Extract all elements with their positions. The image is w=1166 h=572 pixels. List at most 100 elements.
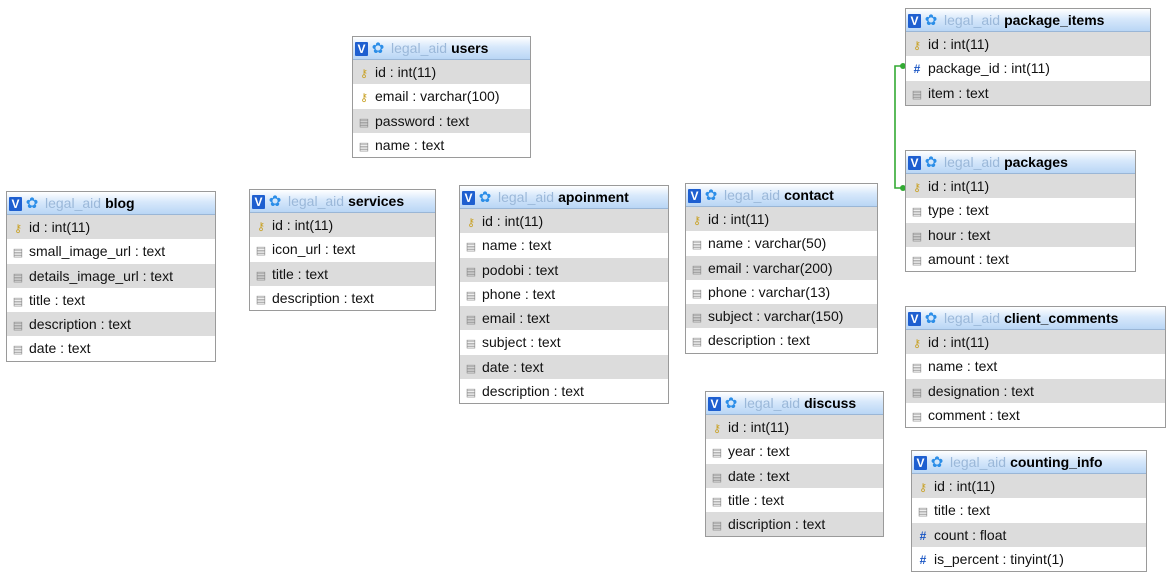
field-row[interactable]: ▤ icon_url : text	[250, 237, 435, 262]
field-row[interactable]: ⚷ id : int(11)	[906, 330, 1165, 355]
field-row[interactable]: ⚷ id : int(11)	[912, 474, 1146, 499]
field-row[interactable]: ▤ email : text	[460, 306, 668, 331]
table-options-icon[interactable]: ✿	[924, 152, 938, 173]
field-row[interactable]: ▤ hour : text	[906, 222, 1135, 247]
field-label: id : int(11)	[928, 334, 990, 350]
toggle-fields-icon[interactable]: V	[252, 195, 265, 210]
table-options-icon[interactable]: ✿	[371, 38, 385, 59]
field-row[interactable]: ▤ subject : text	[460, 330, 668, 355]
field-row[interactable]: ▤ small_image_url : text	[7, 239, 215, 264]
table-options-icon[interactable]: ✿	[924, 308, 938, 329]
field-row[interactable]: ▤ date : text	[706, 463, 883, 488]
table-header[interactable]: V ✿ legal_aid counting_info	[912, 451, 1146, 474]
toggle-fields-icon[interactable]: V	[688, 189, 701, 204]
field-row[interactable]: ▤ date : text	[460, 354, 668, 380]
field-row[interactable]: ▤ details_image_url : text	[7, 263, 215, 288]
table-options-icon[interactable]: ✿	[25, 193, 39, 214]
toggle-fields-icon[interactable]: V	[908, 14, 921, 29]
field-row[interactable]: ▤ designation : text	[906, 378, 1165, 403]
field-row[interactable]: ▤ phone : varchar(13)	[686, 279, 877, 305]
table-discuss[interactable]: V ✿ legal_aid discuss ⚷ id : int(11) ▤ year : t…	[705, 391, 884, 538]
table-blog[interactable]: V ✿ legal_aid blog ⚷ id : int(11) ▤ small_image…	[6, 191, 216, 362]
field-row[interactable]: ▤ description : text	[7, 312, 215, 337]
table-users[interactable]: V ✿ legal_aid users ⚷ id : int(11) ⚷ email : va…	[352, 36, 531, 159]
field-row[interactable]: ▤ title : text	[912, 498, 1146, 523]
field-row[interactable]: ▤ title : text	[7, 287, 215, 313]
table-header[interactable]: V ✿ legal_aid package_items	[906, 9, 1150, 32]
field-row[interactable]: # package_id : int(11)	[906, 56, 1150, 81]
toggle-fields-icon[interactable]: V	[908, 312, 921, 327]
table-header[interactable]: V ✿ legal_aid apoinment	[460, 186, 668, 209]
field-row[interactable]: ▤ email : varchar(200)	[686, 255, 877, 280]
table-name: client_comments	[1004, 310, 1119, 326]
field-row[interactable]: ▤ date : text	[7, 336, 215, 361]
field-row[interactable]: ▤ year : text	[706, 439, 883, 464]
field-row[interactable]: ▤ title : text	[250, 261, 435, 286]
table-contact[interactable]: V ✿ legal_aid contact ⚷ id : int(11) ▤ name : v…	[685, 183, 878, 354]
database-name: legal_aid	[944, 12, 1001, 28]
field-row[interactable]: ▤ password : text	[353, 108, 530, 133]
toggle-fields-icon[interactable]: V	[355, 42, 368, 57]
field-row[interactable]: ⚷ id : int(11)	[250, 213, 435, 238]
field-list: ⚷ id : int(11) # package_id : int(11) ▤ item …	[906, 32, 1150, 105]
field-row[interactable]: ▤ name : text	[460, 233, 668, 258]
table-options-icon[interactable]: ✿	[478, 187, 492, 208]
field-label: title : text	[272, 265, 329, 282]
field-row[interactable]: ▤ podobi : text	[460, 257, 668, 282]
table-options-icon[interactable]: ✿	[724, 393, 738, 414]
table-packages[interactable]: V ✿ legal_aid packages ⚷ id : int(11) ▤ type : …	[905, 150, 1136, 273]
field-label: amount : text	[928, 250, 1009, 267]
field-row[interactable]: ▤ name : text	[906, 354, 1165, 379]
table-options-icon[interactable]: ✿	[268, 191, 282, 212]
field-row[interactable]: ▤ item : text	[906, 80, 1150, 105]
table-header[interactable]: V ✿ legal_aid client_comments	[906, 307, 1165, 330]
field-row[interactable]: ▤ description : text	[460, 379, 668, 404]
table-client_comments[interactable]: V ✿ legal_aid client_comments ⚷ id : int(11) ▤…	[905, 306, 1166, 429]
field-label: designation : text	[928, 382, 1034, 399]
field-row[interactable]: # count : float	[912, 522, 1146, 547]
table-header[interactable]: V ✿ legal_aid contact	[686, 184, 877, 207]
table-name: users	[451, 40, 489, 56]
table-options-icon[interactable]: ✿	[930, 452, 944, 473]
column-icon: ▤	[255, 269, 267, 282]
field-row[interactable]: ⚷ id : int(11)	[906, 32, 1150, 57]
field-row[interactable]: ⚷ id : int(11)	[706, 415, 883, 440]
toggle-fields-icon[interactable]: V	[9, 197, 22, 212]
field-row[interactable]: ⚷ id : int(11)	[906, 174, 1135, 199]
table-counting_info[interactable]: V ✿ legal_aid counting_info ⚷ id : int(11) ▤ ti…	[911, 450, 1147, 572]
field-row[interactable]: ▤ description : text	[250, 285, 435, 311]
field-list: ⚷ id : int(11) ▤ small_image_url : text ▤ det…	[7, 215, 215, 361]
table-apoinment[interactable]: V ✿ legal_aid apoinment ⚷ id : int(11) ▤ name :…	[459, 185, 669, 405]
table-header[interactable]: V ✿ legal_aid blog	[7, 192, 215, 215]
field-row[interactable]: ⚷ id : int(11)	[686, 207, 877, 232]
table-name: packages	[1004, 154, 1068, 170]
field-row[interactable]: ⚷ id : int(11)	[353, 60, 530, 85]
field-row[interactable]: ⚷ id : int(11)	[460, 209, 668, 234]
toggle-fields-icon[interactable]: V	[908, 156, 921, 171]
field-row[interactable]: ▤ discription : text	[706, 512, 883, 537]
field-row[interactable]: # is_percent : tinyint(1)	[912, 546, 1146, 572]
table-package_items[interactable]: V ✿ legal_aid package_items ⚷ id : int(11) # pa…	[905, 8, 1151, 106]
field-row[interactable]: ▤ title : text	[706, 487, 883, 513]
column-icon: ▤	[358, 140, 370, 153]
field-row[interactable]: ▤ description : text	[686, 328, 877, 353]
field-row[interactable]: ⚷ id : int(11)	[7, 215, 215, 240]
table-header[interactable]: V ✿ legal_aid packages	[906, 151, 1135, 174]
field-row[interactable]: ▤ phone : text	[460, 281, 668, 307]
table-header[interactable]: V ✿ legal_aid users	[353, 37, 530, 60]
table-options-icon[interactable]: ✿	[704, 185, 718, 206]
table-services[interactable]: V ✿ legal_aid services ⚷ id : int(11) ▤ icon_ur…	[249, 189, 436, 312]
toggle-fields-icon[interactable]: V	[462, 191, 475, 206]
field-row[interactable]: ▤ comment : text	[906, 402, 1165, 428]
table-options-icon[interactable]: ✿	[924, 10, 938, 31]
toggle-fields-icon[interactable]: V	[708, 397, 721, 412]
toggle-fields-icon[interactable]: V	[914, 456, 927, 471]
table-header[interactable]: V ✿ legal_aid discuss	[706, 392, 883, 415]
field-row[interactable]: ▤ amount : text	[906, 246, 1135, 272]
field-row[interactable]: ▤ type : text	[906, 198, 1135, 223]
table-header[interactable]: V ✿ legal_aid services	[250, 190, 435, 213]
field-row[interactable]: ▤ subject : varchar(150)	[686, 304, 877, 329]
field-row[interactable]: ▤ name : text	[353, 132, 530, 158]
field-row[interactable]: ⚷ email : varchar(100)	[353, 84, 530, 109]
field-row[interactable]: ▤ name : varchar(50)	[686, 231, 877, 256]
